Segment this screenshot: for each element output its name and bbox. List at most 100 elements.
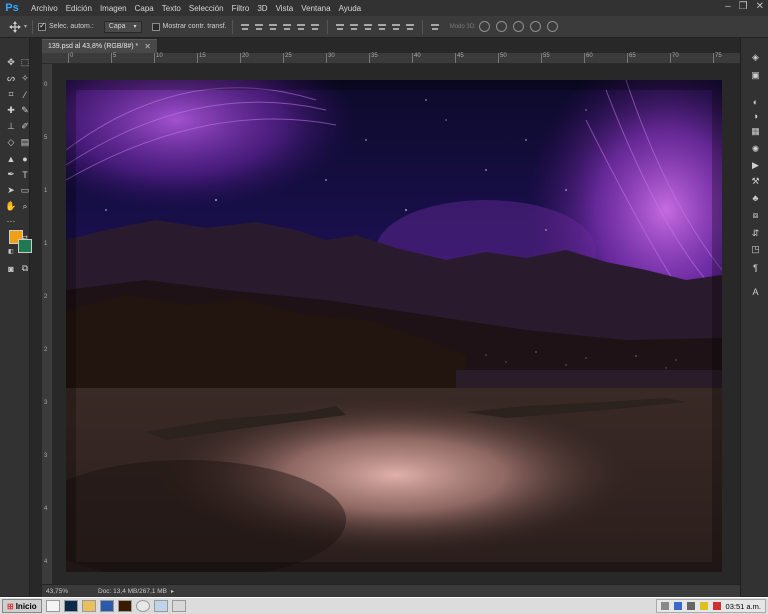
word-icon[interactable] bbox=[99, 600, 114, 612]
history-brush-icon[interactable]: ✐ bbox=[18, 120, 32, 133]
layer-comps-icon[interactable]: ⇵ bbox=[750, 228, 761, 239]
folder-icon[interactable] bbox=[81, 600, 96, 612]
marquee-tool-icon[interactable]: ⬚ bbox=[18, 56, 32, 69]
distribute-top-icon[interactable] bbox=[335, 22, 345, 32]
quick-mask-icon[interactable]: ◙ bbox=[4, 262, 18, 275]
menu-imagen[interactable]: Imagen bbox=[96, 4, 131, 13]
screen-mode-icon[interactable]: ⧉ bbox=[18, 262, 32, 275]
align-right-icon[interactable] bbox=[310, 22, 320, 32]
path-select-icon[interactable]: ➤ bbox=[4, 184, 18, 197]
drag-3d-icon[interactable] bbox=[512, 21, 524, 32]
eraser-tool-icon[interactable]: ◇ bbox=[4, 136, 18, 149]
close-icon[interactable]: ✕ bbox=[756, 1, 764, 12]
dodge-tool-icon[interactable]: ● bbox=[18, 152, 32, 165]
align-left-icon[interactable] bbox=[282, 22, 292, 32]
horizontal-ruler[interactable]: 0 5 10 15 20 25 30 35 40 45 50 55 60 65 70 75 bbox=[42, 53, 740, 64]
distribute-left-icon[interactable] bbox=[377, 22, 387, 32]
brush-tool-icon[interactable]: ✎ bbox=[18, 104, 32, 117]
align-vcenter-icon[interactable] bbox=[254, 22, 264, 32]
start-button[interactable]: ⊞ Inicio bbox=[2, 599, 42, 613]
window-icon[interactable] bbox=[153, 600, 168, 612]
tray-arrow-icon[interactable] bbox=[660, 602, 669, 610]
menu-ayuda[interactable]: Ayuda bbox=[335, 4, 366, 13]
chrome-icon[interactable] bbox=[135, 600, 150, 612]
eyedropper-icon[interactable]: ⁄ bbox=[18, 88, 32, 101]
healing-brush-icon[interactable]: ✚ bbox=[4, 104, 18, 117]
distribute-hcenter-icon[interactable] bbox=[391, 22, 401, 32]
gradient-tool-icon[interactable]: ▤ bbox=[18, 136, 32, 149]
roll-3d-icon[interactable] bbox=[495, 21, 507, 32]
menu-seleccion[interactable]: Selección bbox=[185, 4, 228, 13]
history-icon[interactable]: ⚒ bbox=[750, 176, 761, 187]
crop-tool-icon[interactable]: ⌗ bbox=[4, 88, 18, 101]
clone-stamp-icon[interactable]: ⊥ bbox=[4, 120, 18, 133]
menu-3d[interactable]: 3D bbox=[253, 4, 271, 13]
window-icon[interactable] bbox=[171, 600, 186, 612]
document-tab[interactable]: 139.psd al 43,8% (RGB/8#) * ✕ bbox=[42, 39, 157, 53]
photoshop-icon[interactable] bbox=[63, 600, 78, 612]
rotate-3d-icon[interactable] bbox=[478, 21, 490, 32]
menu-ventana[interactable]: Ventana bbox=[297, 4, 334, 13]
menu-edicion[interactable]: Edición bbox=[62, 4, 96, 13]
menu-texto[interactable]: Texto bbox=[158, 4, 185, 13]
align-top-icon[interactable] bbox=[240, 22, 250, 32]
auto-select-checkbox[interactable]: Selec. autom.: bbox=[38, 21, 94, 31]
menu-archivo[interactable]: Archivo bbox=[27, 4, 62, 13]
zoom-level[interactable]: 43,75% bbox=[42, 588, 70, 595]
bluetooth-icon[interactable] bbox=[673, 602, 682, 610]
paragraph-icon[interactable]: ¶ bbox=[750, 262, 761, 273]
menu-vista[interactable]: Vista bbox=[272, 4, 298, 13]
actions-play-icon[interactable]: ▶ bbox=[750, 160, 761, 171]
menu-bar: Ps Archivo Edición Imagen Capa Texto Sel… bbox=[0, 0, 768, 16]
document-canvas[interactable] bbox=[66, 80, 722, 572]
swatches-icon[interactable]: ▦ bbox=[750, 126, 761, 137]
brightness-icon[interactable]: ✺ bbox=[750, 144, 761, 155]
scale-3d-icon[interactable] bbox=[546, 21, 558, 32]
status-menu-arrow-icon[interactable]: ▸ bbox=[171, 588, 174, 595]
menu-filtro[interactable]: Filtro bbox=[228, 4, 254, 13]
close-tab-icon[interactable]: ✕ bbox=[144, 42, 151, 51]
menu-capa[interactable]: Capa bbox=[131, 4, 158, 13]
minimize-icon[interactable]: – bbox=[725, 1, 731, 12]
distribute-right-icon[interactable] bbox=[405, 22, 415, 32]
tool-presets-icon[interactable]: ♣ bbox=[750, 192, 761, 203]
start-label: Inicio bbox=[15, 601, 37, 611]
vertical-ruler[interactable]: 0 5 1 1 2 2 3 3 4 4 bbox=[42, 64, 53, 584]
properties-icon[interactable]: ⧈ bbox=[750, 210, 761, 221]
clock[interactable]: 03:51 a.m. bbox=[726, 602, 761, 611]
character-icon[interactable]: A bbox=[750, 286, 761, 297]
move-tool-icon[interactable] bbox=[8, 20, 22, 34]
network-icon[interactable] bbox=[712, 602, 721, 610]
volume-icon[interactable] bbox=[686, 602, 695, 610]
brave-icon[interactable] bbox=[45, 600, 60, 612]
rectangle-tool-icon[interactable]: ▭ bbox=[18, 184, 32, 197]
illustrator-icon[interactable] bbox=[117, 600, 132, 612]
type-tool-icon[interactable]: T bbox=[18, 168, 32, 181]
more-tools-icon[interactable]: ··· bbox=[4, 214, 18, 227]
auto-align-icon[interactable] bbox=[430, 22, 440, 32]
auto-select-target-dropdown[interactable]: Capa ▾ bbox=[103, 20, 142, 33]
distribute-bottom-icon[interactable] bbox=[363, 22, 373, 32]
pen-tool-icon[interactable]: ✒ bbox=[4, 168, 18, 181]
magic-wand-icon[interactable]: ✧ bbox=[18, 72, 32, 85]
align-hcenter-icon[interactable] bbox=[296, 22, 306, 32]
navigator-icon[interactable]: ◳ bbox=[750, 244, 761, 255]
distribute-vcenter-icon[interactable] bbox=[349, 22, 359, 32]
channels-icon[interactable]: ▣ bbox=[750, 70, 761, 81]
slide-3d-icon[interactable] bbox=[529, 21, 541, 32]
restore-icon[interactable]: ❐ bbox=[739, 1, 748, 12]
show-transform-checkbox[interactable]: Mostrar contr. transf. bbox=[151, 22, 227, 31]
chevron-down-icon[interactable]: ▾ bbox=[24, 23, 27, 30]
background-color-swatch[interactable] bbox=[18, 239, 32, 253]
blur-tool-icon[interactable]: ▲ bbox=[4, 152, 18, 165]
hand-tool-icon[interactable]: ✋ bbox=[4, 200, 18, 213]
default-colors-icon[interactable]: ◧ bbox=[8, 248, 14, 255]
color-panel-icon[interactable]: ◐ bbox=[750, 96, 761, 107]
battery-icon[interactable] bbox=[699, 602, 708, 610]
adjustments-icon[interactable]: ◑ bbox=[750, 110, 761, 121]
align-bottom-icon[interactable] bbox=[268, 22, 278, 32]
lasso-tool-icon[interactable]: ᔕ bbox=[4, 72, 18, 85]
layers-icon[interactable]: ◈ bbox=[750, 52, 761, 63]
move-tool-icon[interactable]: ✥ bbox=[4, 56, 18, 69]
zoom-tool-icon[interactable]: ⌕ bbox=[18, 200, 32, 213]
